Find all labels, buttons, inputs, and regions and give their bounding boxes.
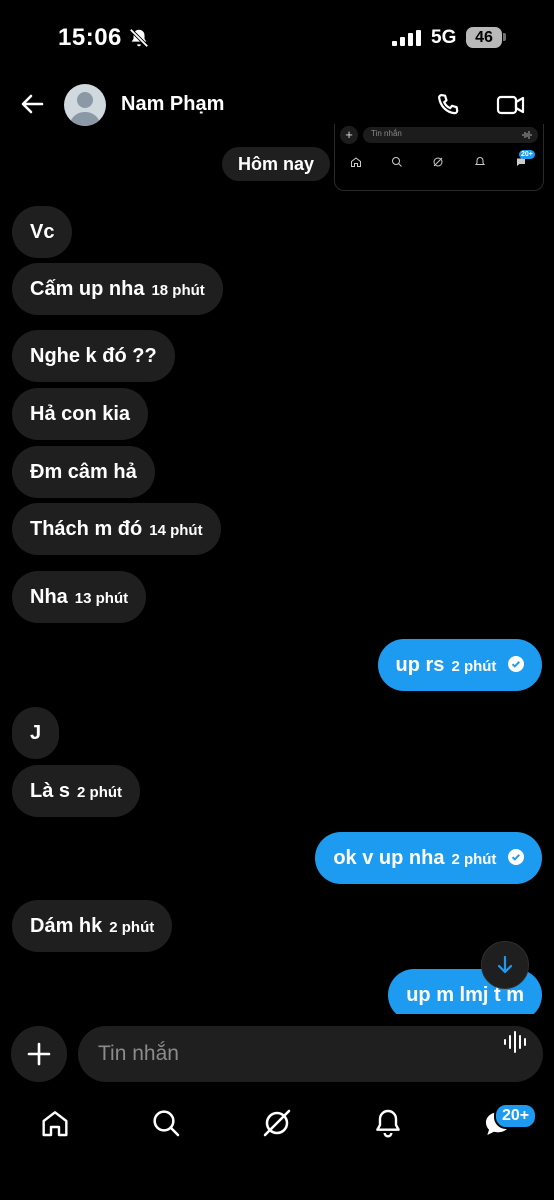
message-text: Nha [30,586,68,608]
message-time: 18 phút [151,282,205,299]
arrow-down-icon [497,955,513,974]
message-incoming[interactable]: Đm câm hả [12,446,155,498]
home-icon[interactable] [39,1107,71,1139]
message-time: 2 phút [451,658,497,675]
message-incoming[interactable]: Nghe k đó ?? [12,330,175,382]
preview-home-icon [351,157,361,167]
preview-input-placeholder: Tin nhắn [371,129,402,138]
message-time: 2 phút [77,784,123,801]
message-text: Nghe k đó ?? [30,345,157,367]
phone-icon[interactable] [434,91,462,119]
preview-bottom-nav [335,152,543,176]
message-text: Dám hk [30,915,103,937]
contact-name[interactable]: Nam Phạm [121,93,224,116]
bottom-nav [0,1092,554,1156]
plus-icon [27,1042,51,1066]
messages-badge: 20+ [494,1103,538,1129]
preview-plus-icon: + [340,126,358,144]
message-text: Cấm up nha [30,278,145,300]
message-time: 14 phút [149,522,203,539]
preview-bell-icon [475,156,485,165]
video-camera-icon[interactable] [496,91,526,119]
grok-icon[interactable] [261,1107,293,1139]
mini-screen-preview: + Tin nhắn 20+ [334,124,544,191]
message-incoming[interactable]: Thách m đó 14 phút [12,503,221,555]
message-text: up rs [395,654,445,676]
bell-off-icon [129,28,149,48]
message-input[interactable]: Tin nhắn [78,1026,543,1082]
message-input-placeholder: Tin nhắn [98,1042,179,1065]
message-incoming[interactable]: Hả con kia [12,388,149,440]
battery-tip [503,33,506,41]
default-avatar-icon [69,92,101,126]
battery-level: 46 [466,27,502,48]
preview-grok-icon [433,157,443,167]
message-incoming[interactable]: Là s 2 phút [12,765,141,817]
message-time: 2 phút [109,919,155,936]
preview-message-input: Tin nhắn [363,127,538,143]
status-bar: 15:06 5G 46 [0,0,554,72]
message-incoming[interactable]: Cấm up nha 18 phút [12,263,223,315]
avatar[interactable] [64,84,106,126]
check-circle-icon [508,656,524,673]
signal-icon [392,30,421,46]
scroll-to-bottom-button[interactable] [481,941,529,989]
message-text: Là s [30,780,71,802]
preview-voice-icon [522,131,532,139]
message-outgoing[interactable]: ok v up nha 2 phút [315,832,542,884]
preview-search-icon [392,157,402,167]
preview-badge: 20+ [519,150,535,159]
message-outgoing[interactable]: up rs 2 phút [377,639,542,691]
search-icon[interactable] [150,1107,182,1139]
voice-waveform-icon[interactable] [503,1028,529,1056]
message-text: ok v up nha [333,847,445,869]
message-text: Thách m đó [30,518,143,540]
network-type: 5G [431,27,457,48]
message-time: 2 phút [451,851,497,868]
message-incoming[interactable]: Nha 13 phút [12,571,147,623]
message-incoming[interactable]: Dám hk 2 phút [12,900,173,952]
message-incoming[interactable]: Vc [12,206,73,258]
message-text: J [30,722,42,744]
arrow-left-icon[interactable] [18,90,46,118]
check-circle-icon [508,849,524,866]
message-incoming[interactable]: J [12,707,60,759]
message-text: Hả con kia [30,403,131,425]
add-attachment-button[interactable] [11,1026,67,1082]
bell-icon[interactable] [372,1107,404,1139]
message-time: 13 phút [74,590,129,607]
message-text: Vc [30,221,55,243]
date-separator: Hôm nay [222,147,331,181]
status-time: 15:06 [58,24,122,51]
message-text: Đm câm hả [30,461,137,483]
